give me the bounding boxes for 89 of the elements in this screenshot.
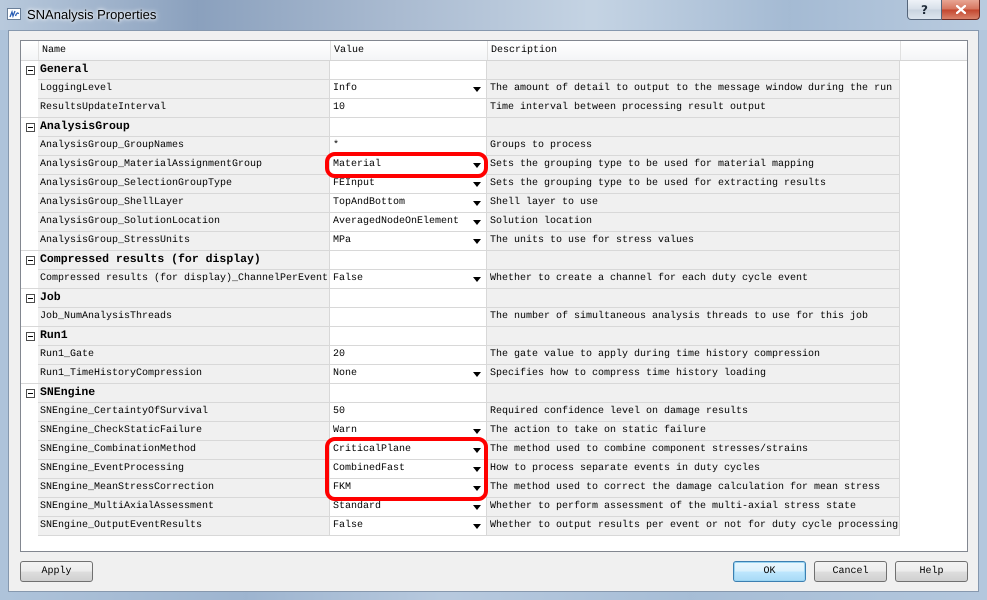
property-description: Whether to perform assessment of the multi-axial stress state bbox=[487, 498, 900, 517]
column-header[interactable]: Name bbox=[38, 41, 330, 60]
property-name: AnalysisGroup_ShellLayer bbox=[38, 194, 330, 213]
property-name: SNEngine_MultiAxialAssessment bbox=[38, 498, 330, 517]
property-description: Required confidence level on damage results bbox=[487, 403, 900, 422]
property-name: Job_NumAnalysisThreads bbox=[38, 308, 330, 327]
caret-icon[interactable] bbox=[473, 428, 481, 434]
value-field[interactable] bbox=[330, 308, 487, 327]
dialog-button[interactable]: OK bbox=[733, 561, 806, 582]
property-description: The action to take on static failure bbox=[487, 422, 900, 441]
window-title: SNAnalysis Properties bbox=[27, 7, 156, 22]
caret-icon[interactable] bbox=[473, 276, 481, 282]
column-header[interactable]: Value bbox=[330, 41, 487, 60]
property-name: SNEngine_CombinationMethod bbox=[38, 441, 330, 460]
help-button[interactable]: ? bbox=[907, 0, 942, 20]
value-dropdown[interactable]: CriticalPlane bbox=[330, 441, 487, 460]
value-dropdown[interactable]: AveragedNodeOnElement bbox=[330, 213, 487, 232]
caret-icon[interactable] bbox=[473, 220, 481, 224]
value-dropdown[interactable]: False bbox=[330, 270, 487, 289]
app-icon bbox=[7, 8, 21, 20]
value-field[interactable]: 50 bbox=[330, 403, 487, 422]
property-name: SNEngine_EventProcessing bbox=[38, 460, 330, 479]
property-name: SNEngine_MeanStressCorrection bbox=[38, 479, 330, 498]
caret-icon[interactable] bbox=[473, 372, 481, 376]
caret-icon[interactable] bbox=[473, 524, 481, 528]
category-label[interactable]: AnalysisGroup bbox=[38, 118, 330, 137]
property-name: AnalysisGroup_MaterialAssignmentGroup bbox=[38, 156, 330, 175]
property-description: How to process separate events in duty cycles bbox=[487, 460, 900, 479]
value-dropdown[interactable]: Info bbox=[330, 80, 487, 99]
collapse-icon[interactable] bbox=[26, 123, 34, 132]
caret-icon[interactable] bbox=[473, 238, 481, 244]
collapse-icon[interactable] bbox=[26, 256, 34, 265]
property-description: Whether to create a channel for each duty cycle event bbox=[487, 270, 900, 289]
property-description: The amount of detail to output to the message window during the run bbox=[487, 80, 900, 99]
property-name: LoggingLevel bbox=[38, 80, 330, 99]
caret-icon[interactable] bbox=[473, 486, 481, 490]
property-description: The units to use for stress values bbox=[487, 232, 900, 251]
property-description: Sets the grouping type to be used for material mapping bbox=[487, 156, 900, 175]
property-name: AnalysisGroup_StressUnits bbox=[38, 232, 330, 251]
category-label[interactable]: SNEngine bbox=[38, 384, 330, 403]
property-description: Shell layer to use bbox=[487, 194, 900, 213]
value-dropdown[interactable]: TopAndBottom bbox=[330, 194, 487, 213]
property-name: Run1_TimeHistoryCompression bbox=[38, 365, 330, 384]
caret-icon[interactable] bbox=[473, 86, 481, 92]
dialog-button[interactable]: Apply bbox=[20, 561, 93, 582]
close-button[interactable] bbox=[942, 0, 980, 20]
property-description: The method used to correct the damage calculation for mean stress bbox=[487, 479, 900, 498]
caret-icon[interactable] bbox=[473, 504, 481, 510]
collapse-icon[interactable] bbox=[26, 66, 34, 75]
category-label[interactable]: Compressed results (for display) bbox=[38, 251, 330, 270]
collapse-icon[interactable] bbox=[26, 389, 34, 398]
value-dropdown[interactable]: MPa bbox=[330, 232, 487, 251]
property-name: Compressed results (for display)_ChannelPerEvent bbox=[38, 270, 330, 289]
category-label[interactable]: Job bbox=[38, 289, 330, 308]
caret-icon[interactable] bbox=[473, 466, 481, 472]
value-dropdown[interactable]: None bbox=[330, 365, 487, 384]
property-name: SNEngine_CertaintyOfSurvival bbox=[38, 403, 330, 422]
caret-icon[interactable] bbox=[473, 182, 481, 186]
close-icon bbox=[956, 5, 966, 14]
value-dropdown[interactable]: False bbox=[330, 517, 487, 536]
property-name: AnalysisGroup_SelectionGroupType bbox=[38, 175, 330, 194]
property-description: Groups to process bbox=[487, 137, 900, 156]
dialog-button[interactable]: Cancel bbox=[814, 561, 887, 582]
caret-icon[interactable] bbox=[473, 200, 481, 206]
property-description: Solution location bbox=[487, 213, 900, 232]
property-description: Time interval between processing result output bbox=[487, 99, 900, 118]
property-name: AnalysisGroup_GroupNames bbox=[38, 137, 330, 156]
property-name: SNEngine_CheckStaticFailure bbox=[38, 422, 330, 441]
dialog-button[interactable]: Help bbox=[895, 561, 968, 582]
category-label[interactable]: Run1 bbox=[38, 327, 330, 346]
caret-icon[interactable] bbox=[473, 448, 481, 452]
property-description: The number of simultaneous analysis threads to use for this job bbox=[487, 308, 900, 327]
property-description: The gate value to apply during time history compression bbox=[487, 346, 900, 365]
collapse-icon[interactable] bbox=[26, 294, 34, 303]
property-name: SNEngine_OutputEventResults bbox=[38, 517, 330, 536]
property-description: The method used to combine component stresses/strains bbox=[487, 441, 900, 460]
column-header[interactable]: Description bbox=[487, 41, 900, 60]
value-field[interactable]: 10 bbox=[330, 99, 487, 118]
category-label[interactable]: General bbox=[38, 61, 330, 80]
property-description: Whether to output results per event or not for duty cycle processing bbox=[487, 517, 900, 536]
caret-icon[interactable] bbox=[473, 162, 481, 168]
value-field[interactable]: 20 bbox=[330, 346, 487, 365]
value-dropdown[interactable]: CombinedFast bbox=[330, 460, 487, 479]
property-name: ResultsUpdateInterval bbox=[38, 99, 330, 118]
property-description: Sets the grouping type to be used for extracting results bbox=[487, 175, 900, 194]
property-name: Run1_Gate bbox=[38, 346, 330, 365]
property-description: Specifies how to compress time history loading bbox=[487, 365, 900, 384]
collapse-icon[interactable] bbox=[26, 332, 34, 341]
property-name: AnalysisGroup_SolutionLocation bbox=[38, 213, 330, 232]
